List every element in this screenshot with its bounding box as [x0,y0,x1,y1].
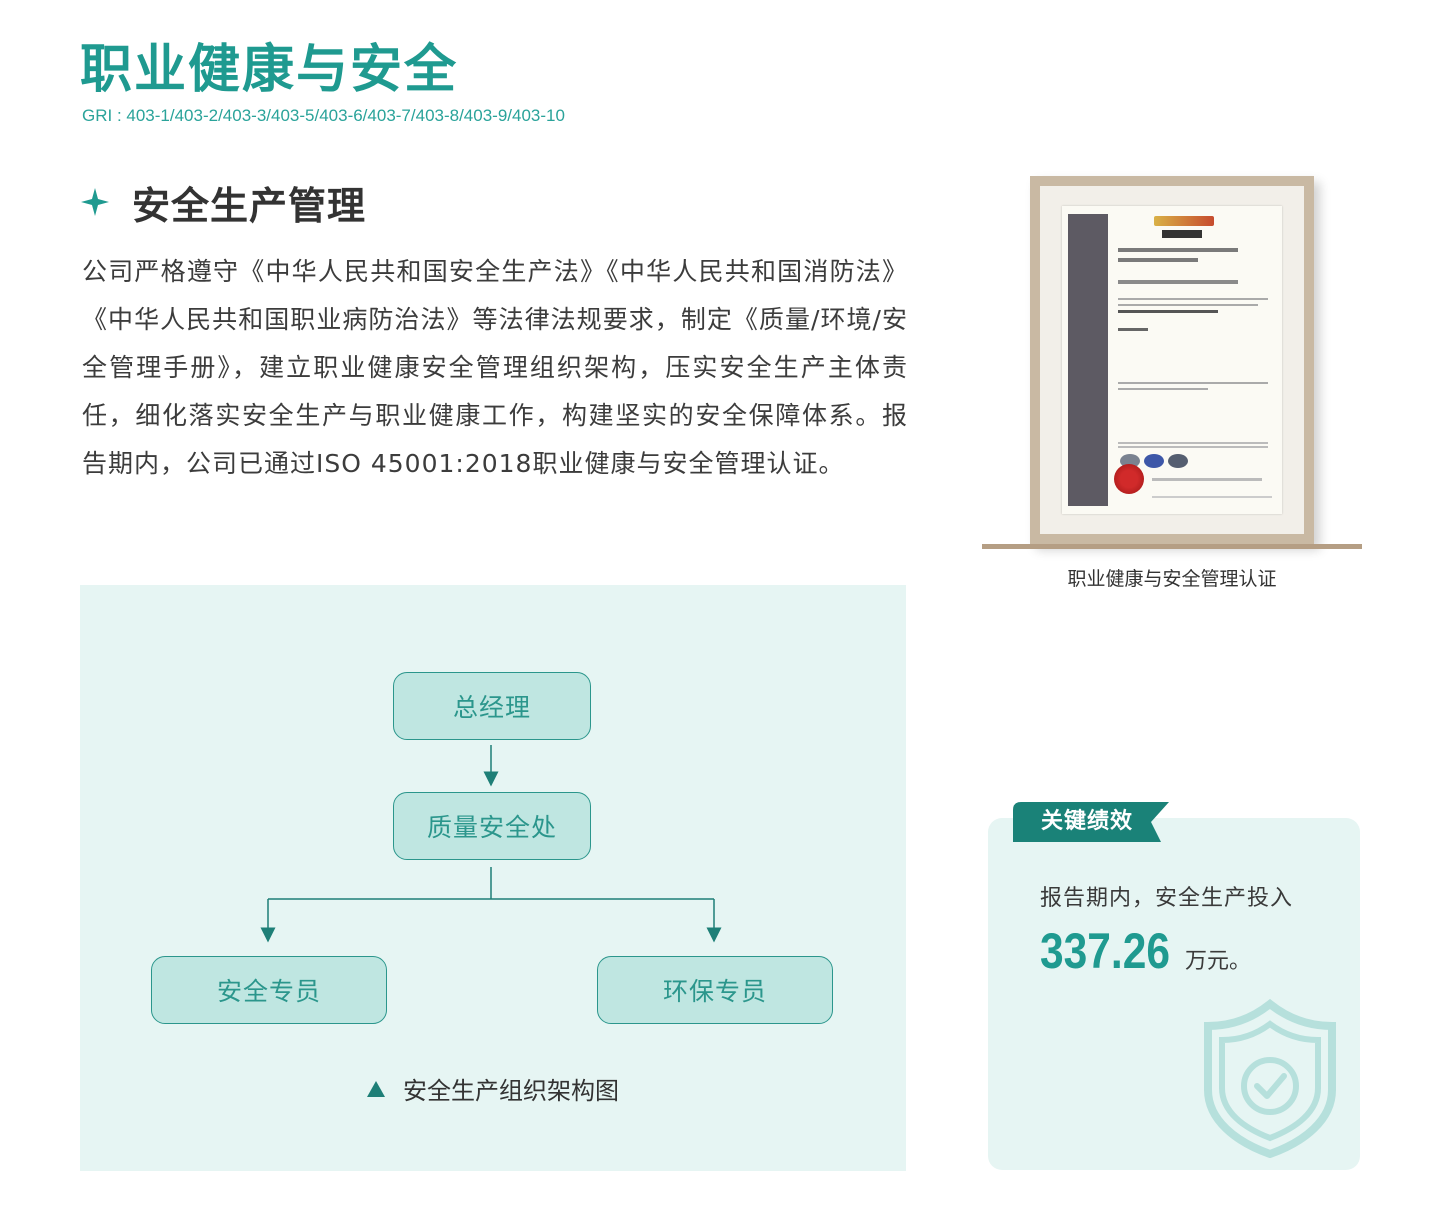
kpi-value-row: 337.26 万元。 [1040,922,1251,980]
triangle-icon [367,1080,385,1097]
certificate-image [982,172,1362,552]
certificate-line [1118,280,1238,284]
kpi-number: 337.26 [1040,923,1170,979]
certificate-badge [1168,454,1188,468]
org-chart-caption-text: 安全生产组织架构图 [403,1077,619,1105]
certificate-org-mark [1162,230,1202,238]
kpi-tag: 关键绩效 [1013,802,1169,842]
certificate-line [1118,388,1208,390]
certificate-line [1118,310,1218,313]
certificate-mat [1040,186,1304,534]
certificate-paper [1062,206,1282,514]
section-paragraph: 公司严格遵守《中华人民共和国安全生产法》《中华人民共和国消防法》《中华人民共和国… [82,257,908,478]
org-node-environment-officer: 环保专员 [597,956,833,1024]
certificate-caption: 职业健康与安全管理认证 [1067,568,1277,590]
kpi-tag-label: 关键绩效 [1040,809,1133,834]
certificate-logo [1154,216,1214,226]
org-node-quality-safety: 质量安全处 [393,792,591,860]
certificate-line [1118,258,1198,262]
page-title: 职业健康与安全 [80,40,459,100]
kpi-card: 报告期内，安全生产投入 337.26 万元。 [988,818,1360,1170]
certificate-line [1118,248,1238,252]
kpi-description: 报告期内，安全生产投入 [1040,886,1294,911]
org-node-safety-officer: 安全专员 [151,956,387,1024]
sparkle-icon [80,187,110,217]
certificate-line [1118,304,1258,306]
certificate-frame [1030,176,1314,544]
certificate-line [1118,382,1268,384]
shield-check-icon [1204,998,1336,1158]
org-chart-caption: 安全生产组织架构图 [80,1071,906,1106]
certificate-line [1118,446,1268,448]
section-heading: 安全生产管理 [80,178,366,228]
certificate-line [1118,442,1268,444]
certificate-line [1118,328,1148,331]
org-node-general-manager: 总经理 [393,672,591,740]
gri-reference: GRI : 403-1/403-2/403-3/403-5/403-6/403-… [82,106,565,125]
certificate-shelf [982,544,1362,549]
certificate-line [1118,298,1268,300]
org-chart-panel: 总经理 质量安全处 安全专员 环保专员 安全生产组织架构图 [80,585,906,1171]
kpi-unit: 万元。 [1184,949,1251,974]
certificate-band [1068,214,1108,506]
certificate-seal [1114,464,1144,494]
certificate-line [1152,478,1262,481]
certificate-line [1152,496,1272,498]
section-heading-text: 安全生产管理 [132,183,367,228]
certificate-badge [1144,454,1164,468]
